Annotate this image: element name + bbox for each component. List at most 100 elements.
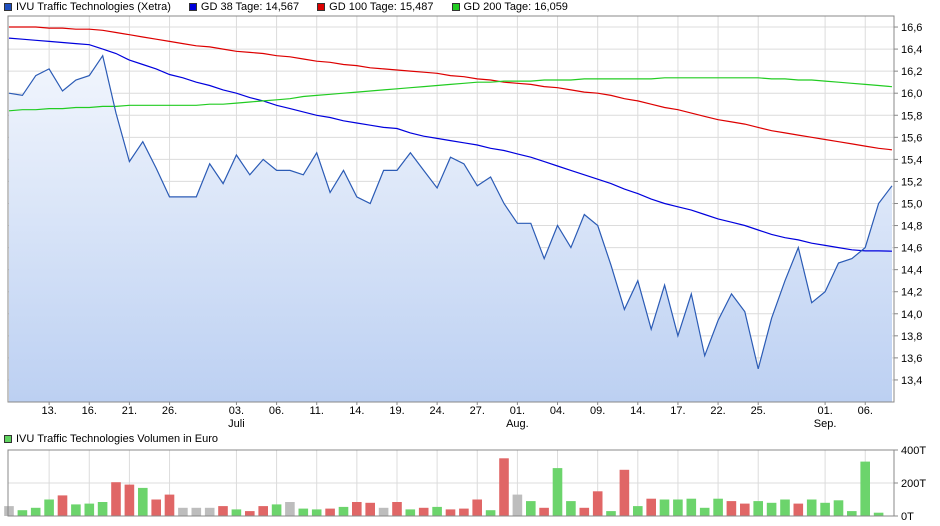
x-tick-label: 27. <box>470 405 485 417</box>
volume-bar <box>258 506 268 516</box>
volume-bar <box>793 503 804 516</box>
x-tick-label: 21. <box>122 405 137 417</box>
volume-bar <box>646 498 656 516</box>
y-tick-label: 15,8 <box>901 110 922 122</box>
x-tick-label: 17. <box>670 405 685 417</box>
y-tick-label: 15,0 <box>901 198 922 210</box>
y-tick-label: 14,4 <box>901 265 922 277</box>
volume-bar <box>485 510 496 516</box>
volume-bar <box>766 502 777 516</box>
y-tick-label: 13,4 <box>901 375 922 387</box>
volume-bar <box>619 469 630 516</box>
volume-bar <box>686 498 697 516</box>
price-chart: 13,4 13,6 13,8 14,0 14,2 14,4 14,6 14,8 15,0 15,2… <box>4 15 926 523</box>
volume-bar <box>111 482 121 516</box>
y-tick-label: 16,2 <box>901 66 922 78</box>
volume-bar <box>780 499 790 516</box>
volume-bar <box>860 461 870 516</box>
x-tick-label: 01. <box>510 405 525 417</box>
volume-bar <box>847 511 857 516</box>
volume-bar <box>726 501 737 516</box>
volume-bar <box>392 502 402 516</box>
month-label: Aug. <box>506 418 529 430</box>
volume-bar <box>298 508 309 516</box>
volume-y-tick-label: 400T <box>901 445 926 457</box>
volume-bar <box>30 507 41 517</box>
volume-bar <box>245 511 255 516</box>
volume-bar <box>178 507 188 517</box>
volume-bar <box>17 510 28 516</box>
volume-y-tick-label: 200T <box>901 478 926 490</box>
x-tick-label: 11. <box>309 405 323 417</box>
volume-bar <box>418 507 429 517</box>
month-label: Juli <box>228 418 245 430</box>
volume-bar <box>365 502 375 516</box>
volume-bar <box>4 506 14 516</box>
x-tick-label: 01. <box>817 405 832 417</box>
volume-bar <box>526 501 536 516</box>
volume-bar <box>285 502 295 516</box>
x-tick-label: 22. <box>710 405 725 417</box>
volume-bar <box>552 468 563 516</box>
volume-bar <box>97 502 108 516</box>
x-tick-label: 16. <box>82 405 97 417</box>
volume-bar <box>659 499 670 516</box>
y-tick-label: 14,2 <box>901 287 922 299</box>
volume-bar <box>713 498 723 516</box>
y-tick-label: 14,8 <box>901 221 922 233</box>
volume-bar <box>806 499 817 516</box>
x-tick-label: 09. <box>590 405 605 417</box>
volume-bar <box>699 507 710 517</box>
volume-bar <box>499 458 509 517</box>
volume-bar <box>325 508 335 516</box>
volume-bar <box>539 507 549 517</box>
volume-bar <box>432 506 442 516</box>
volume-bar <box>44 499 54 516</box>
volume-y-tick-label: 0T <box>901 511 914 523</box>
volume-bar <box>71 504 81 516</box>
x-tick-label: 26. <box>162 405 177 417</box>
volume-bar <box>740 503 750 516</box>
y-tick-label: 16,6 <box>901 22 922 34</box>
volume-bar <box>57 495 68 516</box>
volume-bar <box>138 487 148 516</box>
volume-bar <box>151 499 161 516</box>
y-tick-label: 16,0 <box>901 88 922 100</box>
volume-bar <box>592 491 603 517</box>
volume-bar <box>338 506 349 516</box>
volume-bar <box>311 509 322 516</box>
volume-bar <box>164 494 175 516</box>
y-tick-label: 15,2 <box>901 176 922 188</box>
y-tick-label: 15,6 <box>901 132 922 144</box>
x-tick-label: 04. <box>550 405 565 417</box>
volume-bar <box>231 509 242 516</box>
y-tick-label: 14,6 <box>901 243 922 255</box>
x-tick-label: 24. <box>429 405 444 417</box>
x-tick-label: 03. <box>229 405 244 417</box>
volume-bar <box>673 499 683 516</box>
volume-bar <box>405 509 416 516</box>
volume-bar <box>820 502 830 516</box>
volume-bar <box>352 502 362 516</box>
volume-bar <box>579 507 590 517</box>
volume-bar <box>459 508 469 516</box>
y-tick-label: 13,8 <box>901 331 922 343</box>
volume-bar <box>833 500 844 516</box>
volume-bar <box>191 507 202 517</box>
volume-bar <box>512 494 523 516</box>
volume-bar <box>124 484 135 516</box>
x-tick-label: 25. <box>751 405 766 417</box>
x-tick-label: 13. <box>41 405 56 417</box>
volume-bar <box>204 507 215 517</box>
y-tick-label: 13,6 <box>901 353 922 365</box>
volume-bar <box>271 504 282 516</box>
volume-bar <box>445 509 456 516</box>
volume-bar <box>378 507 389 517</box>
x-tick-label: 19. <box>389 405 404 417</box>
volume-bar <box>84 503 95 516</box>
volume-bar <box>566 501 576 516</box>
x-tick-label: 06. <box>269 405 284 417</box>
volume-bar <box>633 506 643 516</box>
x-tick-label: 14. <box>630 405 645 417</box>
volume-bar <box>472 499 482 516</box>
